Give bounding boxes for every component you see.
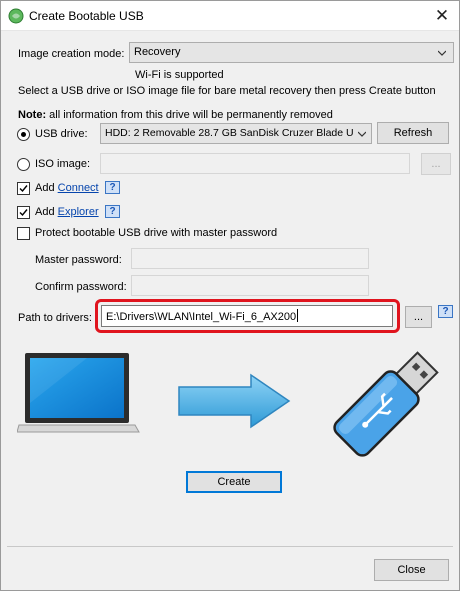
arrow-right-icon [178, 373, 291, 429]
warning-bold: Note: [18, 109, 47, 121]
usb-drive-radio[interactable] [17, 128, 30, 141]
close-button[interactable]: Close [374, 559, 449, 581]
drivers-path-value: E:\Drivers\WLAN\Intel_Wi-Fi_6_AX200 [106, 311, 297, 323]
mode-note: Wi-Fi is supported [135, 69, 224, 81]
iso-browse-button[interactable]: ... [421, 153, 451, 175]
refresh-button[interactable]: Refresh [377, 122, 449, 144]
usb-drive-icon [333, 351, 439, 457]
usb-drive-select[interactable]: HDD: 2 Removable 28.7 GB SanDisk Cruzer … [100, 123, 372, 144]
add-prefix: Add [35, 182, 55, 194]
add-explorer-label: Add Explorer [35, 206, 99, 218]
warning-text: Note: all information from this drive wi… [18, 109, 333, 121]
chevron-down-icon [438, 50, 446, 56]
protect-password-label: Protect bootable USB drive with master p… [35, 227, 278, 239]
footer-divider [7, 546, 453, 547]
help-icon[interactable]: ? [105, 205, 120, 218]
usb-drive-value: HDD: 2 Removable 28.7 GB SanDisk Cruzer … [105, 127, 354, 139]
iso-image-label: ISO image: [35, 158, 91, 170]
drivers-path-input[interactable]: E:\Drivers\WLAN\Intel_Wi-Fi_6_AX200 [101, 305, 393, 327]
protect-password-checkbox[interactable] [17, 227, 30, 240]
warning-message: all information from this drive will be … [49, 109, 333, 121]
mode-select[interactable]: Recovery [129, 42, 454, 63]
iso-path-input[interactable] [100, 153, 410, 174]
app-icon [8, 8, 24, 24]
confirm-password-input[interactable] [131, 275, 369, 296]
iso-image-radio[interactable] [17, 158, 30, 171]
add-prefix: Add [35, 206, 55, 218]
drivers-browse-button[interactable]: ... [405, 306, 432, 328]
add-connect-checkbox[interactable] [17, 182, 30, 195]
master-password-label: Master password: [35, 254, 122, 266]
add-connect-label: Add Connect [35, 182, 99, 194]
chevron-down-icon [358, 131, 366, 137]
usb-drive-label: USB drive: [35, 128, 88, 140]
title-bar: Create Bootable USB ✕ [1, 1, 459, 31]
mode-select-value: Recovery [134, 46, 181, 58]
add-explorer-checkbox[interactable] [17, 206, 30, 219]
drivers-path-label: Path to drivers: [18, 312, 92, 324]
laptop-icon [17, 353, 140, 433]
help-icon[interactable]: ? [105, 181, 120, 194]
confirm-password-label: Confirm password: [35, 281, 127, 293]
text-caret [297, 309, 299, 322]
create-button[interactable]: Create [186, 471, 282, 493]
close-icon[interactable]: ✕ [425, 1, 459, 31]
window-title: Create Bootable USB [29, 9, 144, 23]
explorer-link[interactable]: Explorer [58, 206, 99, 218]
create-bootable-usb-dialog: Create Bootable USB ✕ Image creation mod… [0, 0, 460, 591]
instruction-text: Select a USB drive or ISO image file for… [18, 85, 436, 97]
mode-label: Image creation mode: [18, 48, 125, 60]
connect-link[interactable]: Connect [58, 182, 99, 194]
master-password-input[interactable] [131, 248, 369, 269]
help-icon[interactable]: ? [438, 305, 453, 318]
